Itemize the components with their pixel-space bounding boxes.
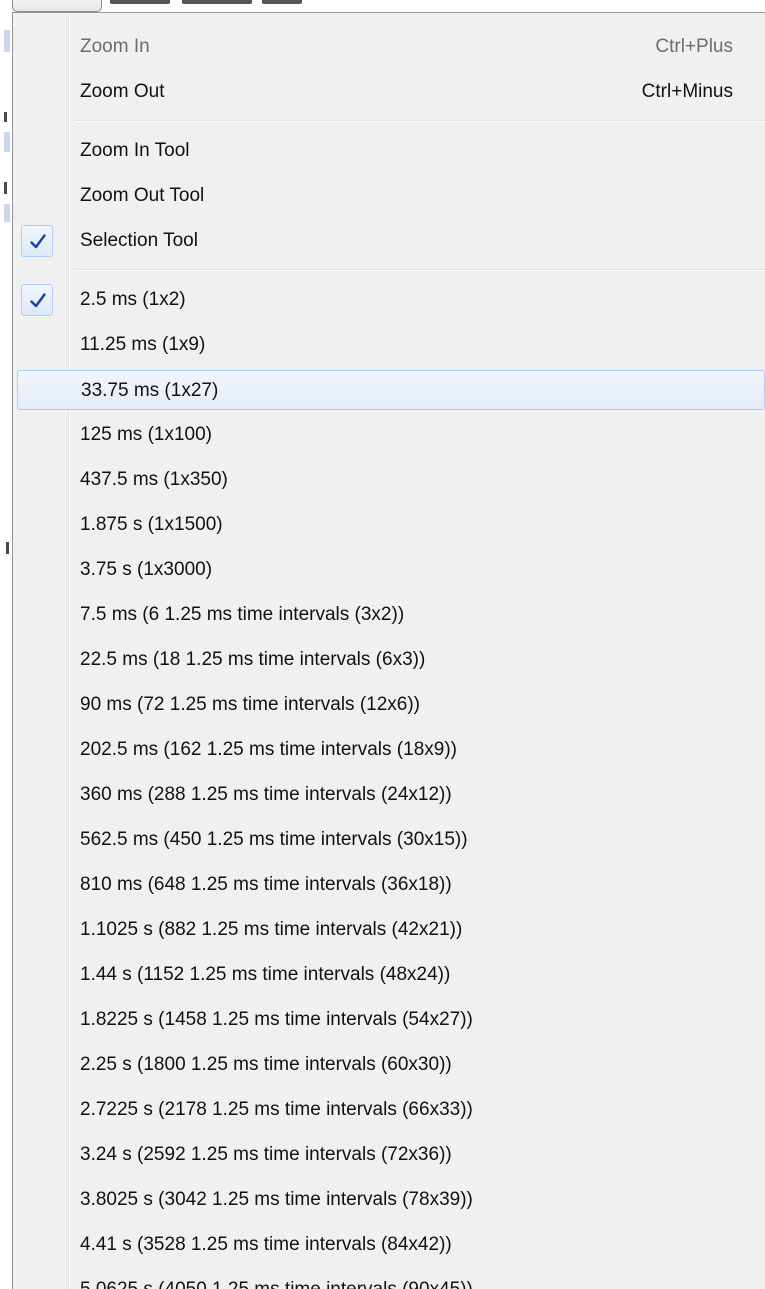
- menu-item-label: 3.24 s (2592 1.25 ms time intervals (72x…: [80, 1144, 452, 1165]
- menu-item-label: 1.44 s (1152 1.25 ms time intervals (48x…: [80, 964, 451, 985]
- menu-item-label: 3.75 s (1x3000): [80, 559, 213, 580]
- background-edge-fragment: [4, 182, 7, 194]
- menu-item-label: 11.25 ms (1x9): [80, 334, 206, 355]
- menu-item-2-5-ms-1x2[interactable]: 2.5 ms (1x2): [17, 280, 765, 320]
- menu-item-125-ms-1x100[interactable]: 125 ms (1x100): [17, 415, 765, 455]
- background-text-fragment: [262, 0, 302, 4]
- background-text-fragment: [110, 0, 170, 4]
- menu-item-zoom-in-tool[interactable]: Zoom In Tool: [17, 131, 765, 171]
- screen: Zoom In Ctrl+Plus Zoom Out Ctrl+Minus Zoom I…: [0, 0, 765, 1289]
- context-menu: Zoom In Ctrl+Plus Zoom Out Ctrl+Minus Zoom I…: [12, 12, 765, 1289]
- check-icon: [21, 225, 53, 257]
- check-icon: [21, 284, 53, 316]
- menu-separator: [75, 269, 765, 271]
- menu-item-label: Selection Tool: [80, 230, 198, 251]
- menu-item-437-5-ms-1x350[interactable]: 437.5 ms (1x350): [17, 460, 765, 500]
- background-edge-fragment: [4, 112, 7, 122]
- menu-item-label: Zoom In Tool: [80, 140, 190, 161]
- menu-item-1-875-s-1x1500[interactable]: 1.875 s (1x1500): [17, 505, 765, 545]
- menu-item-label: 4.41 s (3528 1.25 ms time intervals (84x…: [80, 1234, 452, 1255]
- menu-item-22-5-ms-18-1-25-ms-time-intervals-6x3[interactable]: 22.5 ms (18 1.25 ms time intervals (6x3)…: [17, 640, 765, 680]
- menu-item-label: 7.5 ms (6 1.25 ms time intervals (3x2)): [80, 604, 405, 625]
- background-edge-fragment: [4, 204, 10, 222]
- menu-item-label: 360 ms (288 1.25 ms time intervals (24x1…: [80, 784, 452, 805]
- menu-item-label: 3.8025 s (3042 1.25 ms time intervals (7…: [80, 1189, 473, 1210]
- menu-item-label: 33.75 ms (1x27): [81, 380, 219, 401]
- menu-item-label: 5.0625 s (4050 1.25 ms time intervals (9…: [80, 1270, 473, 1289]
- menu-item-label: 2.5 ms (1x2): [80, 289, 186, 310]
- background-text-fragment: [182, 0, 252, 4]
- menu-item-label: 1.875 s (1x1500): [80, 514, 223, 535]
- background-tab: [12, 0, 102, 12]
- menu-item-33-75-ms-1x27[interactable]: 33.75 ms (1x27): [17, 370, 765, 410]
- menu-item-4-41-s-3528-1-25-ms-time-intervals-84x42[interactable]: 4.41 s (3528 1.25 ms time intervals (84x…: [17, 1225, 765, 1265]
- menu-item-zoom-out[interactable]: Zoom Out Ctrl+Minus: [17, 72, 765, 112]
- menu-item-zoom-in[interactable]: Zoom In Ctrl+Plus: [17, 27, 765, 67]
- menu-item-3-75-s-1x3000[interactable]: 3.75 s (1x3000): [17, 550, 765, 590]
- menu-item-3-24-s-2592-1-25-ms-time-intervals-72x36[interactable]: 3.24 s (2592 1.25 ms time intervals (72x…: [17, 1135, 765, 1175]
- menu-item-shortcut: Ctrl+Minus: [641, 81, 733, 102]
- menu-item-90-ms-72-1-25-ms-time-intervals-12x6[interactable]: 90 ms (72 1.25 ms time intervals (12x6)): [17, 685, 765, 725]
- menu-item-shortcut: Ctrl+Plus: [655, 36, 733, 57]
- background-edge-fragment: [4, 132, 10, 152]
- menu-item-562-5-ms-450-1-25-ms-time-intervals-30x15[interactable]: 562.5 ms (450 1.25 ms time intervals (30…: [17, 820, 765, 860]
- menu-item-label: 437.5 ms (1x350): [80, 469, 228, 490]
- menu-item-2-7225-s-2178-1-25-ms-time-intervals-66x33[interactable]: 2.7225 s (2178 1.25 ms time intervals (6…: [17, 1090, 765, 1130]
- menu-item-label: 2.7225 s (2178 1.25 ms time intervals (6…: [80, 1099, 473, 1120]
- menu-item-202-5-ms-162-1-25-ms-time-intervals-18x9[interactable]: 202.5 ms (162 1.25 ms time intervals (18…: [17, 730, 765, 770]
- menu-item-1-44-s-1152-1-25-ms-time-intervals-48x24[interactable]: 1.44 s (1152 1.25 ms time intervals (48x…: [17, 955, 765, 995]
- menu-item-360-ms-288-1-25-ms-time-intervals-24x12[interactable]: 360 ms (288 1.25 ms time intervals (24x1…: [17, 775, 765, 815]
- menu-item-label: 2.25 s (1800 1.25 ms time intervals (60x…: [80, 1054, 452, 1075]
- menu-item-label: 202.5 ms (162 1.25 ms time intervals (18…: [80, 739, 457, 760]
- menu-item-2-25-s-1800-1-25-ms-time-intervals-60x30[interactable]: 2.25 s (1800 1.25 ms time intervals (60x…: [17, 1045, 765, 1085]
- menu-item-1-1025-s-882-1-25-ms-time-intervals-42x21[interactable]: 1.1025 s (882 1.25 ms time intervals (42…: [17, 910, 765, 950]
- menu-item-selection-tool[interactable]: Selection Tool: [17, 221, 765, 261]
- menu-item-label: Zoom Out: [80, 81, 165, 102]
- menu-item-1-8225-s-1458-1-25-ms-time-intervals-54x27[interactable]: 1.8225 s (1458 1.25 ms time intervals (5…: [17, 1000, 765, 1040]
- background-window-left-edge: [0, 12, 12, 1289]
- menu-item-label: 810 ms (648 1.25 ms time intervals (36x1…: [80, 874, 452, 895]
- menu-separator: [75, 120, 765, 122]
- menu-item-810-ms-648-1-25-ms-time-intervals-36x18[interactable]: 810 ms (648 1.25 ms time intervals (36x1…: [17, 865, 765, 905]
- menu-item-label: 1.1025 s (882 1.25 ms time intervals (42…: [80, 919, 463, 940]
- menu-item-label: 90 ms (72 1.25 ms time intervals (12x6)): [80, 694, 421, 715]
- menu-item-label: 562.5 ms (450 1.25 ms time intervals (30…: [80, 829, 468, 850]
- menu-item-5-0625-s-4050-1-25-ms-time-intervals-90x45[interactable]: 5.0625 s (4050 1.25 ms time intervals (9…: [17, 1270, 765, 1289]
- menu-item-11-25-ms-1x9[interactable]: 11.25 ms (1x9): [17, 325, 765, 365]
- menu-item-3-8025-s-3042-1-25-ms-time-intervals-78x39[interactable]: 3.8025 s (3042 1.25 ms time intervals (7…: [17, 1180, 765, 1220]
- menu-item-label: 22.5 ms (18 1.25 ms time intervals (6x3)…: [80, 649, 426, 670]
- menu-item-label: Zoom Out Tool: [80, 185, 205, 206]
- background-edge-fragment: [6, 542, 9, 554]
- menu-item-label: 125 ms (1x100): [80, 424, 213, 445]
- menu-item-label: 1.8225 s (1458 1.25 ms time intervals (5…: [80, 1009, 473, 1030]
- menu-item-7-5-ms-6-1-25-ms-time-intervals-3x2[interactable]: 7.5 ms (6 1.25 ms time intervals (3x2)): [17, 595, 765, 635]
- background-edge-fragment: [4, 30, 10, 52]
- menu-item-zoom-out-tool[interactable]: Zoom Out Tool: [17, 176, 765, 216]
- background-window-top: [0, 0, 765, 12]
- menu-item-label: Zoom In: [80, 36, 150, 57]
